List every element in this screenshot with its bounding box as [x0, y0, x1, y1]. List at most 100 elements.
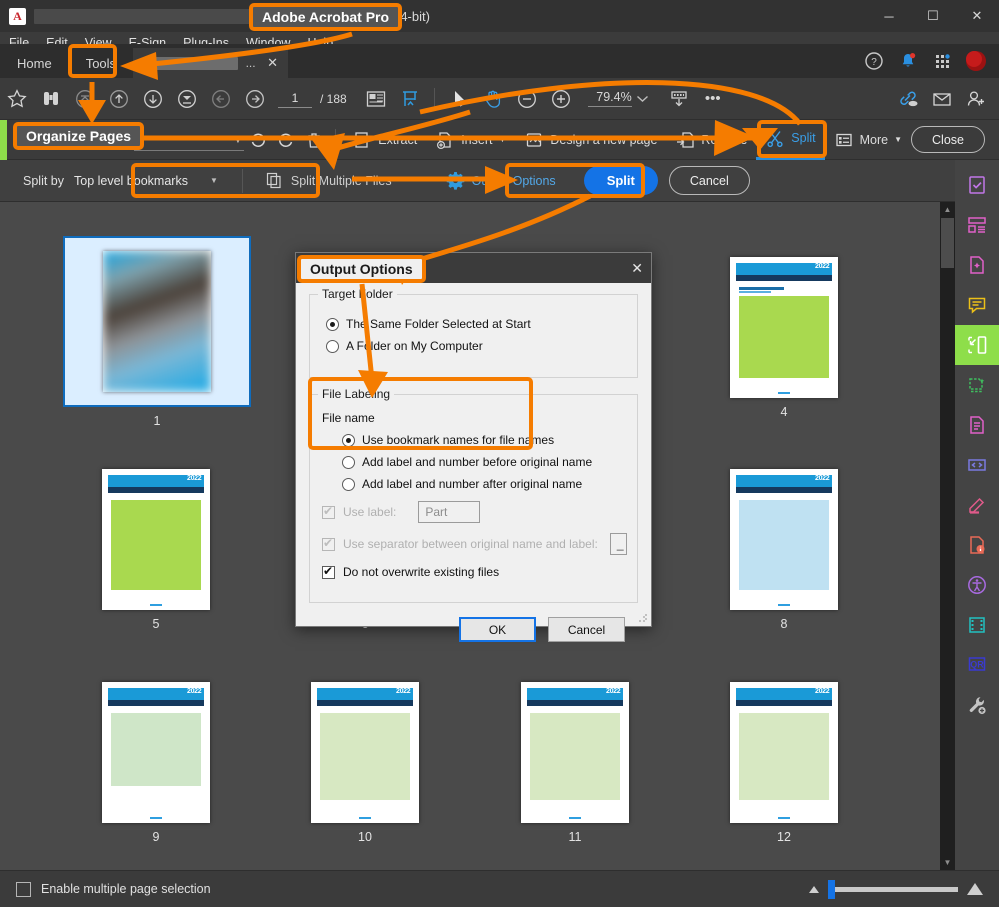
- user-avatar[interactable]: [959, 44, 993, 78]
- scroll-mode-icon[interactable]: [393, 78, 427, 120]
- page-range-combo[interactable]: ▼: [134, 129, 245, 151]
- tab-document[interactable]: ... ✕: [133, 48, 289, 78]
- accessibility-icon[interactable]: [955, 565, 999, 605]
- close-window-button[interactable]: ✕: [955, 0, 999, 32]
- highlight-pen-icon[interactable]: [955, 485, 999, 525]
- do-not-overwrite-row[interactable]: Do not overwrite existing files: [322, 564, 627, 579]
- more-tools-icon[interactable]: •••: [696, 78, 730, 120]
- dialog-cancel-button[interactable]: Cancel: [548, 617, 625, 642]
- app-switcher-grid-icon[interactable]: [925, 44, 959, 78]
- replace-button[interactable]: Replace: [666, 120, 756, 160]
- tab-home[interactable]: Home: [0, 48, 69, 78]
- radio-label-before[interactable]: [342, 455, 355, 469]
- maximize-button[interactable]: ☐: [911, 0, 955, 32]
- target-option-my-computer[interactable]: A Folder on My Computer: [326, 339, 627, 353]
- zoom-level-value[interactable]: 79.4%: [587, 90, 632, 107]
- add-page-icon[interactable]: [955, 245, 999, 285]
- help-icon[interactable]: ?: [857, 44, 891, 78]
- thumbnail-page-8[interactable]: 2022 8: [730, 469, 838, 631]
- scrollbar-thumb[interactable]: [941, 218, 954, 268]
- edit-pdf-icon[interactable]: [955, 405, 999, 445]
- filename-option-bookmark-names[interactable]: Use bookmark names for file names: [342, 433, 627, 447]
- design-new-page-button[interactable]: Design a new page: [515, 120, 666, 160]
- select-cursor-icon[interactable]: [442, 78, 476, 120]
- filename-option-label-after[interactable]: Add label and number after original name: [342, 477, 627, 491]
- page-layout-icon[interactable]: [359, 78, 393, 120]
- current-page-input[interactable]: 1: [278, 89, 312, 108]
- thumbnail-page-12[interactable]: 2022 12: [730, 682, 838, 844]
- enable-multiple-selection-checkbox[interactable]: [16, 881, 31, 897]
- previous-page-up-icon[interactable]: [102, 78, 136, 120]
- favorites-star-icon[interactable]: [0, 78, 34, 120]
- checkbox-use-label[interactable]: [322, 504, 335, 519]
- zoom-out-icon[interactable]: [510, 78, 544, 120]
- thumbnail-page-5[interactable]: 2022 5: [102, 469, 210, 631]
- hand-tool-icon[interactable]: [476, 78, 510, 120]
- navigate-forward-icon[interactable]: [238, 78, 272, 120]
- thumbnail-page-9[interactable]: 2022 9: [102, 682, 210, 844]
- rotate-counterclockwise-icon[interactable]: [244, 120, 272, 160]
- radio-use-bookmark-names[interactable]: [342, 433, 355, 447]
- zoom-large-icon[interactable]: [967, 883, 983, 895]
- filename-option-label-before[interactable]: Add label and number before original nam…: [342, 455, 627, 469]
- page-area-scrollbar[interactable]: ▲ ▼: [940, 202, 955, 870]
- share-link-icon[interactable]: [891, 78, 925, 120]
- split-cancel-button[interactable]: Cancel: [668, 166, 750, 195]
- radio-label-after[interactable]: [342, 477, 355, 491]
- more-button[interactable]: More ▼: [825, 120, 911, 160]
- split-multiple-files-button[interactable]: Split Multiple Files: [265, 171, 392, 190]
- delete-pages-icon[interactable]: [300, 120, 328, 160]
- tools-wrench-icon[interactable]: [955, 685, 999, 725]
- search-binoculars-icon[interactable]: [34, 78, 68, 120]
- thumbnail-page-10[interactable]: 2022 10: [311, 682, 419, 844]
- tab-tools[interactable]: Tools: [68, 48, 134, 78]
- email-icon[interactable]: [925, 78, 959, 120]
- insert-button[interactable]: Insert ▼: [426, 120, 515, 160]
- zoom-small-icon[interactable]: [809, 885, 819, 893]
- split-by-dropdown[interactable]: Top level bookmarks ▼: [74, 174, 218, 188]
- last-page-icon[interactable]: [170, 78, 204, 120]
- checkbox-tool-icon[interactable]: [955, 165, 999, 205]
- minimize-button[interactable]: ─: [867, 0, 911, 32]
- fit-page-icon[interactable]: [662, 78, 696, 120]
- rotate-clockwise-icon[interactable]: [272, 120, 300, 160]
- output-options-button[interactable]: Output Options: [446, 171, 556, 190]
- extract-button[interactable]: Extract: [343, 120, 426, 160]
- organize-pages-icon[interactable]: [955, 325, 999, 365]
- notifications-bell-icon[interactable]: [891, 44, 925, 78]
- add-user-icon[interactable]: [959, 78, 993, 120]
- use-label-input[interactable]: Part: [418, 501, 481, 523]
- scroll-up-icon[interactable]: ▲: [940, 202, 955, 217]
- export-pdf-icon[interactable]: [955, 365, 999, 405]
- code-tag-icon[interactable]: [955, 445, 999, 485]
- thumbnail-page-4[interactable]: 2022 4: [730, 257, 838, 419]
- radio-my-computer[interactable]: [326, 339, 339, 353]
- close-tool-button[interactable]: Close: [911, 126, 985, 153]
- checkbox-do-not-overwrite[interactable]: [322, 564, 335, 579]
- zoom-slider-knob[interactable]: [828, 879, 835, 899]
- dialog-ok-button[interactable]: OK: [459, 617, 536, 642]
- split-button[interactable]: Split: [756, 120, 825, 160]
- next-page-down-icon[interactable]: [136, 78, 170, 120]
- scroll-down-icon[interactable]: ▼: [940, 855, 955, 870]
- rich-media-icon[interactable]: [955, 605, 999, 645]
- dialog-close-icon[interactable]: ✕: [631, 260, 643, 277]
- zoom-dropdown-chevron-icon[interactable]: [632, 78, 654, 120]
- checkbox-use-separator[interactable]: [322, 536, 335, 551]
- zoom-slider-track[interactable]: [828, 879, 958, 899]
- separator-input[interactable]: _: [609, 533, 627, 555]
- zoom-in-icon[interactable]: [544, 78, 578, 120]
- split-confirm-button[interactable]: Split: [583, 166, 658, 195]
- radio-same-folder[interactable]: [326, 317, 339, 331]
- close-tab-icon[interactable]: ✕: [267, 55, 278, 71]
- thumbnail-page-1[interactable]: 1: [63, 236, 251, 428]
- output-options-dialog[interactable]: Output Options ✕ Target Folder The Same …: [295, 252, 652, 642]
- target-option-same-folder[interactable]: The Same Folder Selected at Start: [326, 317, 627, 331]
- protect-pdf-icon[interactable]: [955, 525, 999, 565]
- thumbnail-page-11[interactable]: 2022 11: [521, 682, 629, 844]
- comment-icon[interactable]: [955, 285, 999, 325]
- organize-layout-icon[interactable]: [955, 205, 999, 245]
- thumbnail-zoom-slider[interactable]: [809, 879, 983, 899]
- qr-scan-icon[interactable]: QR: [955, 645, 999, 685]
- dialog-resize-grip[interactable]: [638, 613, 648, 623]
